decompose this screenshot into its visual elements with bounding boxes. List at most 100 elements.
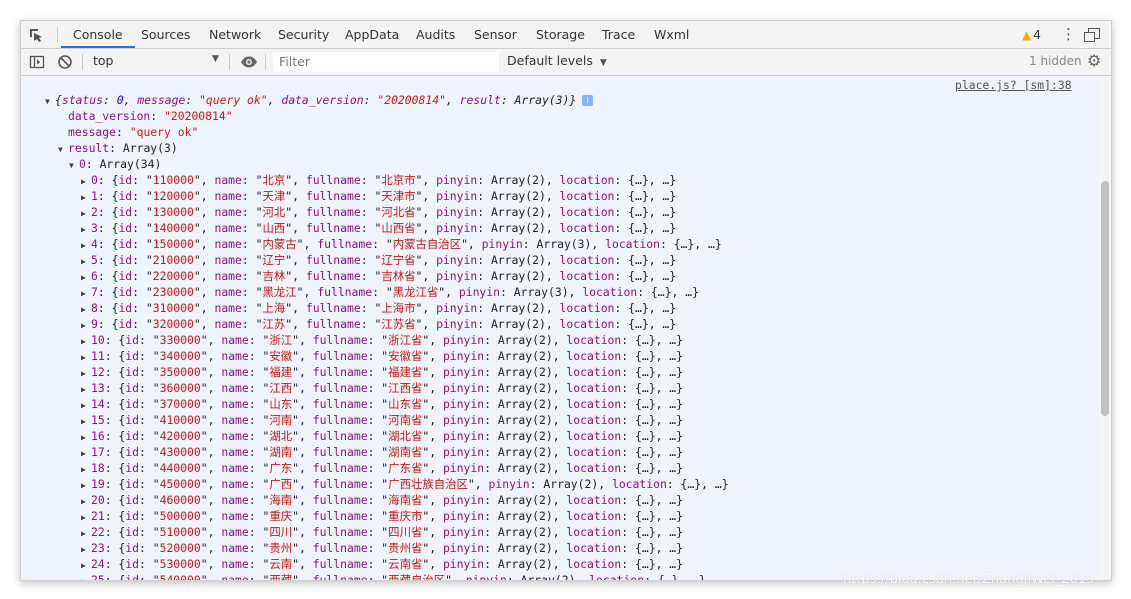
live-expression-eye-icon[interactable] xyxy=(240,54,258,70)
log-object-summary[interactable]: ▼ {status: 0, message: "query ok", data_v… xyxy=(45,92,594,110)
array-entry-row[interactable]: ▶ 3: {id: "140000", name: "山西", fullname:… xyxy=(81,220,676,236)
entry-name: 湖北 xyxy=(269,429,293,443)
entry-index: 16 xyxy=(91,429,105,443)
array-entry-row[interactable]: ▶ 11: {id: "340000", name: "安徽", fullname… xyxy=(81,348,683,364)
warnings-counter[interactable]: ▲ 4 xyxy=(1022,27,1041,43)
array-entry-row[interactable]: ▶ 24: {id: "530000", name: "云南", fullname… xyxy=(81,556,683,572)
entry-index: 7 xyxy=(91,285,98,299)
entry-fullname: 湖南省 xyxy=(388,445,423,459)
console-settings-gear-icon[interactable]: ⚙ xyxy=(1087,53,1101,69)
entry-index: 15 xyxy=(91,413,105,427)
entry-id: 110000 xyxy=(152,173,194,187)
tab-separator xyxy=(57,27,58,43)
tab-audits[interactable]: Audits xyxy=(404,21,467,48)
array-entry-row[interactable]: ▶ 21: {id: "500000", name: "重庆", fullname… xyxy=(81,508,683,524)
toolbar-separator xyxy=(265,54,266,70)
array-entry-row[interactable]: ▶ 22: {id: "510000", name: "四川", fullname… xyxy=(81,524,683,540)
array-entry-row[interactable]: ▶ 10: {id: "330000", name: "浙江", fullname… xyxy=(81,332,683,348)
entry-name: 海南 xyxy=(269,493,293,507)
array-entry-row[interactable]: ▶ 6: {id: "220000", name: "吉林", fullname:… xyxy=(81,268,676,284)
devtools-tab-bar: Console Sources Network Security AppData Audi… xyxy=(21,21,1111,49)
entry-pinyin: Array(2) xyxy=(497,333,553,347)
tab-trace[interactable]: Trace xyxy=(590,21,647,48)
array-entry-row[interactable]: ▶ 19: {id: "450000", name: "广西", fullname… xyxy=(81,476,729,492)
entry-name: 四川 xyxy=(269,525,293,539)
entry-pinyin: Array(2) xyxy=(497,413,553,427)
entry-id: 220000 xyxy=(152,269,194,283)
entry-name: 山东 xyxy=(269,397,293,411)
entry-name: 湖南 xyxy=(269,445,293,459)
entry-id: 520000 xyxy=(159,541,201,555)
tab-wxml[interactable]: Wxml xyxy=(642,21,701,48)
array-entry-row[interactable]: ▶25: {id: "540000", name: "西藏", fullname… xyxy=(81,572,706,580)
array-entry-row[interactable]: ▶ 14: {id: "370000", name: "山东", fullname… xyxy=(81,396,683,412)
array-entry-row[interactable]: ▶ 9: {id: "320000", name: "江苏", fullname:… xyxy=(81,316,676,332)
entry-index: 24 xyxy=(91,557,105,571)
entry-pinyin: Array(2) xyxy=(490,317,546,331)
property-result[interactable]: ▼ result: Array(3) xyxy=(58,140,178,156)
result-item-0[interactable]: ▼ 0: Array(34) xyxy=(69,156,161,172)
array-entry-row[interactable]: ▶ 0: {id: "110000", name: "北京", fullname:… xyxy=(81,172,676,188)
entry-index: 25 xyxy=(91,573,105,580)
entry-id: 340000 xyxy=(159,349,201,363)
array-entry-row[interactable]: ▶ 7: {id: "230000", name: "黑龙江", fullname… xyxy=(81,284,699,300)
array-entry-row[interactable]: ▶ 20: {id: "460000", name: "海南", fullname… xyxy=(81,492,683,508)
entry-pinyin: Array(2) xyxy=(490,301,546,315)
console-scrollbar-thumb[interactable] xyxy=(1101,181,1109,416)
array-entry-row[interactable]: ▶ 2: {id: "130000", name: "河北", fullname:… xyxy=(81,204,676,220)
entry-id: 500000 xyxy=(159,509,201,523)
entry-id: 540000 xyxy=(159,573,201,580)
array-entry-row[interactable]: ▶ 15: {id: "410000", name: "河南", fullname… xyxy=(81,412,683,428)
entry-fullname: 河南省 xyxy=(388,413,423,427)
array-entry-row[interactable]: ▶ 23: {id: "520000", name: "贵州", fullname… xyxy=(81,540,683,556)
expand-triangle-icon[interactable]: ▼ xyxy=(45,94,55,110)
hidden-messages-count: 1 hidden xyxy=(1029,54,1082,68)
sidebar-toggle-icon[interactable] xyxy=(29,54,45,70)
entry-name: 江苏 xyxy=(262,317,286,331)
entry-name: 西藏 xyxy=(269,573,293,580)
tab-security[interactable]: Security xyxy=(266,21,341,48)
expand-triangle-icon[interactable]: ▼ xyxy=(58,142,68,158)
property-message: message: "query ok" xyxy=(68,125,199,139)
filter-input[interactable] xyxy=(273,52,499,72)
context-dropdown-icon[interactable]: ▼ xyxy=(212,54,219,64)
tab-appdata[interactable]: AppData xyxy=(333,21,411,48)
dock-side-icon[interactable] xyxy=(1084,28,1100,42)
array-entry-row[interactable]: ▶ 17: {id: "430000", name: "湖南", fullname… xyxy=(81,444,683,460)
array-entry-row[interactable]: ▶ 8: {id: "310000", name: "上海", fullname:… xyxy=(81,300,676,316)
tab-network[interactable]: Network xyxy=(197,21,273,48)
expand-triangle-icon[interactable]: ▶ xyxy=(81,574,91,580)
entry-pinyin: Array(2) xyxy=(490,189,546,203)
entry-index: 19 xyxy=(91,477,105,491)
entry-fullname: 内蒙古自治区 xyxy=(392,237,462,251)
context-selector[interactable]: top xyxy=(93,53,113,68)
entry-name: 安徽 xyxy=(269,349,293,363)
log-levels-dropdown[interactable]: Default levels ▼ xyxy=(507,53,607,68)
more-options-icon[interactable]: ⋮ xyxy=(1061,26,1076,42)
entry-pinyin: Array(2) xyxy=(497,525,553,539)
inspect-element-icon[interactable] xyxy=(27,26,45,44)
array-entry-row[interactable]: ▶ 5: {id: "210000", name: "辽宁", fullname:… xyxy=(81,252,676,268)
toolbar-separator xyxy=(229,54,230,70)
array-entry-row[interactable]: ▶ 12: {id: "350000", name: "福建", fullname… xyxy=(81,364,683,380)
clear-console-icon[interactable] xyxy=(57,54,73,70)
tab-sensor[interactable]: Sensor xyxy=(462,21,529,48)
array-entry-row[interactable]: ▶ 1: {id: "120000", name: "天津", fullname:… xyxy=(81,188,676,204)
tab-console[interactable]: Console xyxy=(61,21,135,48)
entry-pinyin: Array(3) xyxy=(513,285,569,299)
entry-index: 23 xyxy=(91,541,105,555)
array-entry-row[interactable]: ▶ 13: {id: "360000", name: "江西", fullname… xyxy=(81,380,683,396)
tab-storage[interactable]: Storage xyxy=(524,21,597,48)
tab-sources[interactable]: Sources xyxy=(129,21,202,48)
entry-fullname: 湖北省 xyxy=(388,429,423,443)
entry-fullname: 广西壮族自治区 xyxy=(388,477,468,491)
array-entry-row[interactable]: ▶ 18: {id: "440000", name: "广东", fullname… xyxy=(81,460,683,476)
entry-fullname: 辽宁省 xyxy=(381,253,416,267)
expand-triangle-icon[interactable]: ▼ xyxy=(69,158,79,174)
info-icon[interactable]: i xyxy=(582,95,594,106)
entry-name: 山西 xyxy=(262,221,286,235)
array-entry-row[interactable]: ▶ 4: {id: "150000", name: "内蒙古", fullname… xyxy=(81,236,722,252)
source-link[interactable]: place.js? [sm]:38 xyxy=(955,78,1072,92)
array-entry-row[interactable]: ▶ 16: {id: "420000", name: "湖北", fullname… xyxy=(81,428,683,444)
entry-name: 河北 xyxy=(262,205,286,219)
